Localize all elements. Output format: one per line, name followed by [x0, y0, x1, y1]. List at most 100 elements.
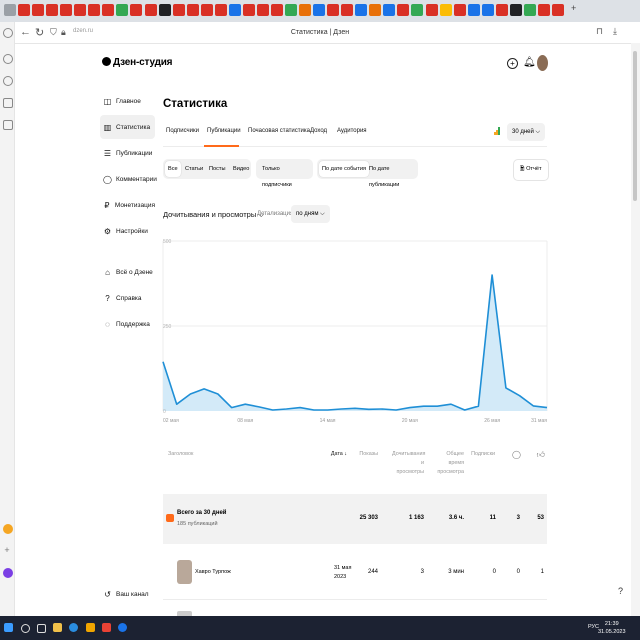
sidebar-item-main[interactable]: ◫ Главное — [100, 89, 155, 113]
detail-select[interactable]: по дням ⌵ — [291, 205, 330, 223]
sidebar-item-comments[interactable]: ◯ Комментарии — [100, 167, 157, 191]
browser-tab-favicon[interactable] — [341, 4, 354, 16]
messenger-icon[interactable] — [3, 76, 13, 86]
add-icon[interactable]: + — [3, 546, 11, 555]
browser-tab-favicon[interactable] — [200, 4, 213, 16]
sidebar-item-channel[interactable]: ↺ Ваш канал — [100, 582, 155, 606]
col-date[interactable]: Дата ↓ — [330, 450, 347, 459]
browser-tab-favicon[interactable] — [172, 4, 185, 16]
sidebar-item-support[interactable]: ◌ Поддержка — [100, 312, 155, 336]
filter-articles[interactable]: Статьи — [182, 161, 206, 177]
panel-icon[interactable] — [3, 54, 13, 64]
help-float-icon[interactable]: ? — [618, 586, 623, 596]
scrollbar-thumb[interactable] — [633, 51, 637, 201]
filter-by-publication-date[interactable]: По дате публикации — [366, 161, 418, 188]
publication-title[interactable]: Хавро Турпож — [195, 569, 231, 575]
browser-tab-favicon[interactable] — [130, 4, 143, 16]
reader-icon[interactable] — [3, 120, 13, 130]
browser-tab-favicon[interactable] — [453, 4, 466, 16]
alice-icon[interactable] — [3, 568, 13, 578]
browser-tab-favicon[interactable] — [383, 4, 396, 16]
filter-videos[interactable]: Видео — [230, 161, 252, 177]
browser-tab-favicon[interactable] — [523, 4, 536, 16]
chart-metric-select[interactable]: Дочитывания и просмотры ⌵ — [163, 210, 264, 220]
col-reads[interactable]: Дочитывания и просмотры — [392, 450, 425, 477]
bell-icon[interactable]: 🔔︎ — [523, 57, 536, 68]
windows-start-icon[interactable] — [4, 623, 13, 632]
scrollbar[interactable] — [631, 43, 640, 616]
subscribers-filter[interactable]: Только подписчики — [256, 159, 313, 188]
browser-tab-favicon[interactable] — [102, 4, 115, 16]
browser-tab-favicon[interactable] — [228, 4, 241, 16]
app-icon[interactable] — [3, 524, 13, 534]
sidebar-item-about[interactable]: ⌂ Всё о Дзене — [100, 260, 155, 284]
task-view-icon[interactable] — [37, 624, 46, 633]
browser-tab-favicon[interactable] — [60, 4, 73, 16]
tab-hourly[interactable]: Почасовая статистика — [248, 128, 310, 134]
dzen-logo[interactable]: Дзен-студия — [102, 57, 172, 68]
sidebar-item-statistics[interactable]: ▥ Статистика — [100, 115, 155, 139]
publication-thumbnail[interactable] — [177, 560, 192, 584]
edge-icon[interactable] — [69, 623, 78, 632]
browser-tab-favicon[interactable] — [186, 4, 199, 16]
period-select[interactable]: 30 дней ⌵ — [507, 123, 546, 141]
col-title[interactable]: Заголовок — [168, 450, 193, 459]
filter-posts[interactable]: Посты — [206, 161, 229, 177]
history-icon[interactable] — [3, 28, 13, 38]
filter-by-event-date[interactable]: По дате события — [319, 161, 370, 177]
browser-tab-favicon[interactable] — [285, 4, 298, 16]
browser-tab-favicon[interactable] — [46, 4, 59, 16]
browser-tab-favicon[interactable] — [509, 4, 522, 16]
browser-tab-favicon[interactable] — [299, 4, 312, 16]
browser-tab-favicon[interactable] — [88, 4, 101, 16]
tab-subscribers[interactable]: Подписчики — [166, 128, 199, 134]
tab-publications[interactable]: Публикации — [207, 128, 241, 134]
browser-tab-favicon[interactable] — [32, 4, 45, 16]
search-icon[interactable] — [21, 624, 30, 633]
sidebar-item-publications[interactable]: ☰ Публикации — [100, 141, 155, 165]
browser-tab-favicon[interactable] — [74, 4, 87, 16]
clock[interactable]: 21:39 31.05.2023 — [598, 620, 626, 636]
sidebar-item-monetization[interactable]: ₽ Монетизация — [100, 193, 155, 217]
explorer-icon[interactable] — [53, 623, 62, 632]
download-icon[interactable]: ⤓ — [613, 26, 617, 37]
browser-tab-favicon[interactable] — [214, 4, 227, 16]
notes-icon[interactable] — [3, 98, 13, 108]
report-button[interactable]: 🗎︎ Отчёт — [513, 159, 549, 181]
browser-tab-favicon[interactable] — [242, 4, 255, 16]
browser-tab-favicon[interactable] — [158, 4, 171, 16]
browser-tab-favicon[interactable] — [369, 4, 382, 16]
browser-tab-favicon[interactable] — [4, 4, 16, 16]
app-icon[interactable] — [86, 623, 95, 632]
col-shows[interactable]: Показы — [355, 450, 378, 459]
browser-tab-favicon[interactable] — [552, 4, 564, 16]
col-subs[interactable]: Подписки — [471, 450, 495, 459]
browser-tab-favicon[interactable] — [481, 4, 494, 16]
browser-tab-favicon[interactable] — [355, 4, 368, 16]
browser-tab-favicon[interactable] — [313, 4, 326, 16]
comment-icon[interactable]: ◯ — [511, 450, 521, 459]
avatar[interactable] — [537, 55, 548, 71]
browser-tab-favicon[interactable] — [495, 4, 508, 16]
app-icon-2[interactable] — [118, 623, 127, 632]
filter-all[interactable]: Все — [165, 161, 181, 177]
browser-tab-favicon[interactable] — [116, 4, 129, 16]
new-tab-icon[interactable]: + — [571, 3, 576, 13]
browser-tab-favicon[interactable] — [425, 4, 438, 16]
create-button[interactable]: + — [507, 58, 518, 69]
browser-tab-favicon[interactable] — [439, 4, 452, 16]
tab-income[interactable]: Доход — [310, 128, 327, 134]
col-time[interactable]: Общее время просмотра — [434, 450, 464, 477]
browser-tab-favicon[interactable] — [411, 4, 424, 16]
sidebar-item-help[interactable]: ? Справка — [100, 286, 155, 310]
sidebar-item-settings[interactable]: ⚙ Настройки — [100, 219, 155, 243]
like-icon[interactable]: 👍︎ — [535, 450, 545, 459]
browser-tab-favicon[interactable] — [537, 4, 550, 16]
yandex-browser-icon[interactable] — [102, 623, 111, 632]
bookmark-icon[interactable]: ⊓ — [596, 26, 603, 37]
browser-tab-favicon[interactable] — [18, 4, 31, 16]
browser-tab-favicon[interactable] — [270, 4, 283, 16]
browser-tab-favicon[interactable] — [467, 4, 480, 16]
browser-tab-favicon[interactable] — [397, 4, 410, 16]
browser-tab-favicon[interactable] — [256, 4, 269, 16]
